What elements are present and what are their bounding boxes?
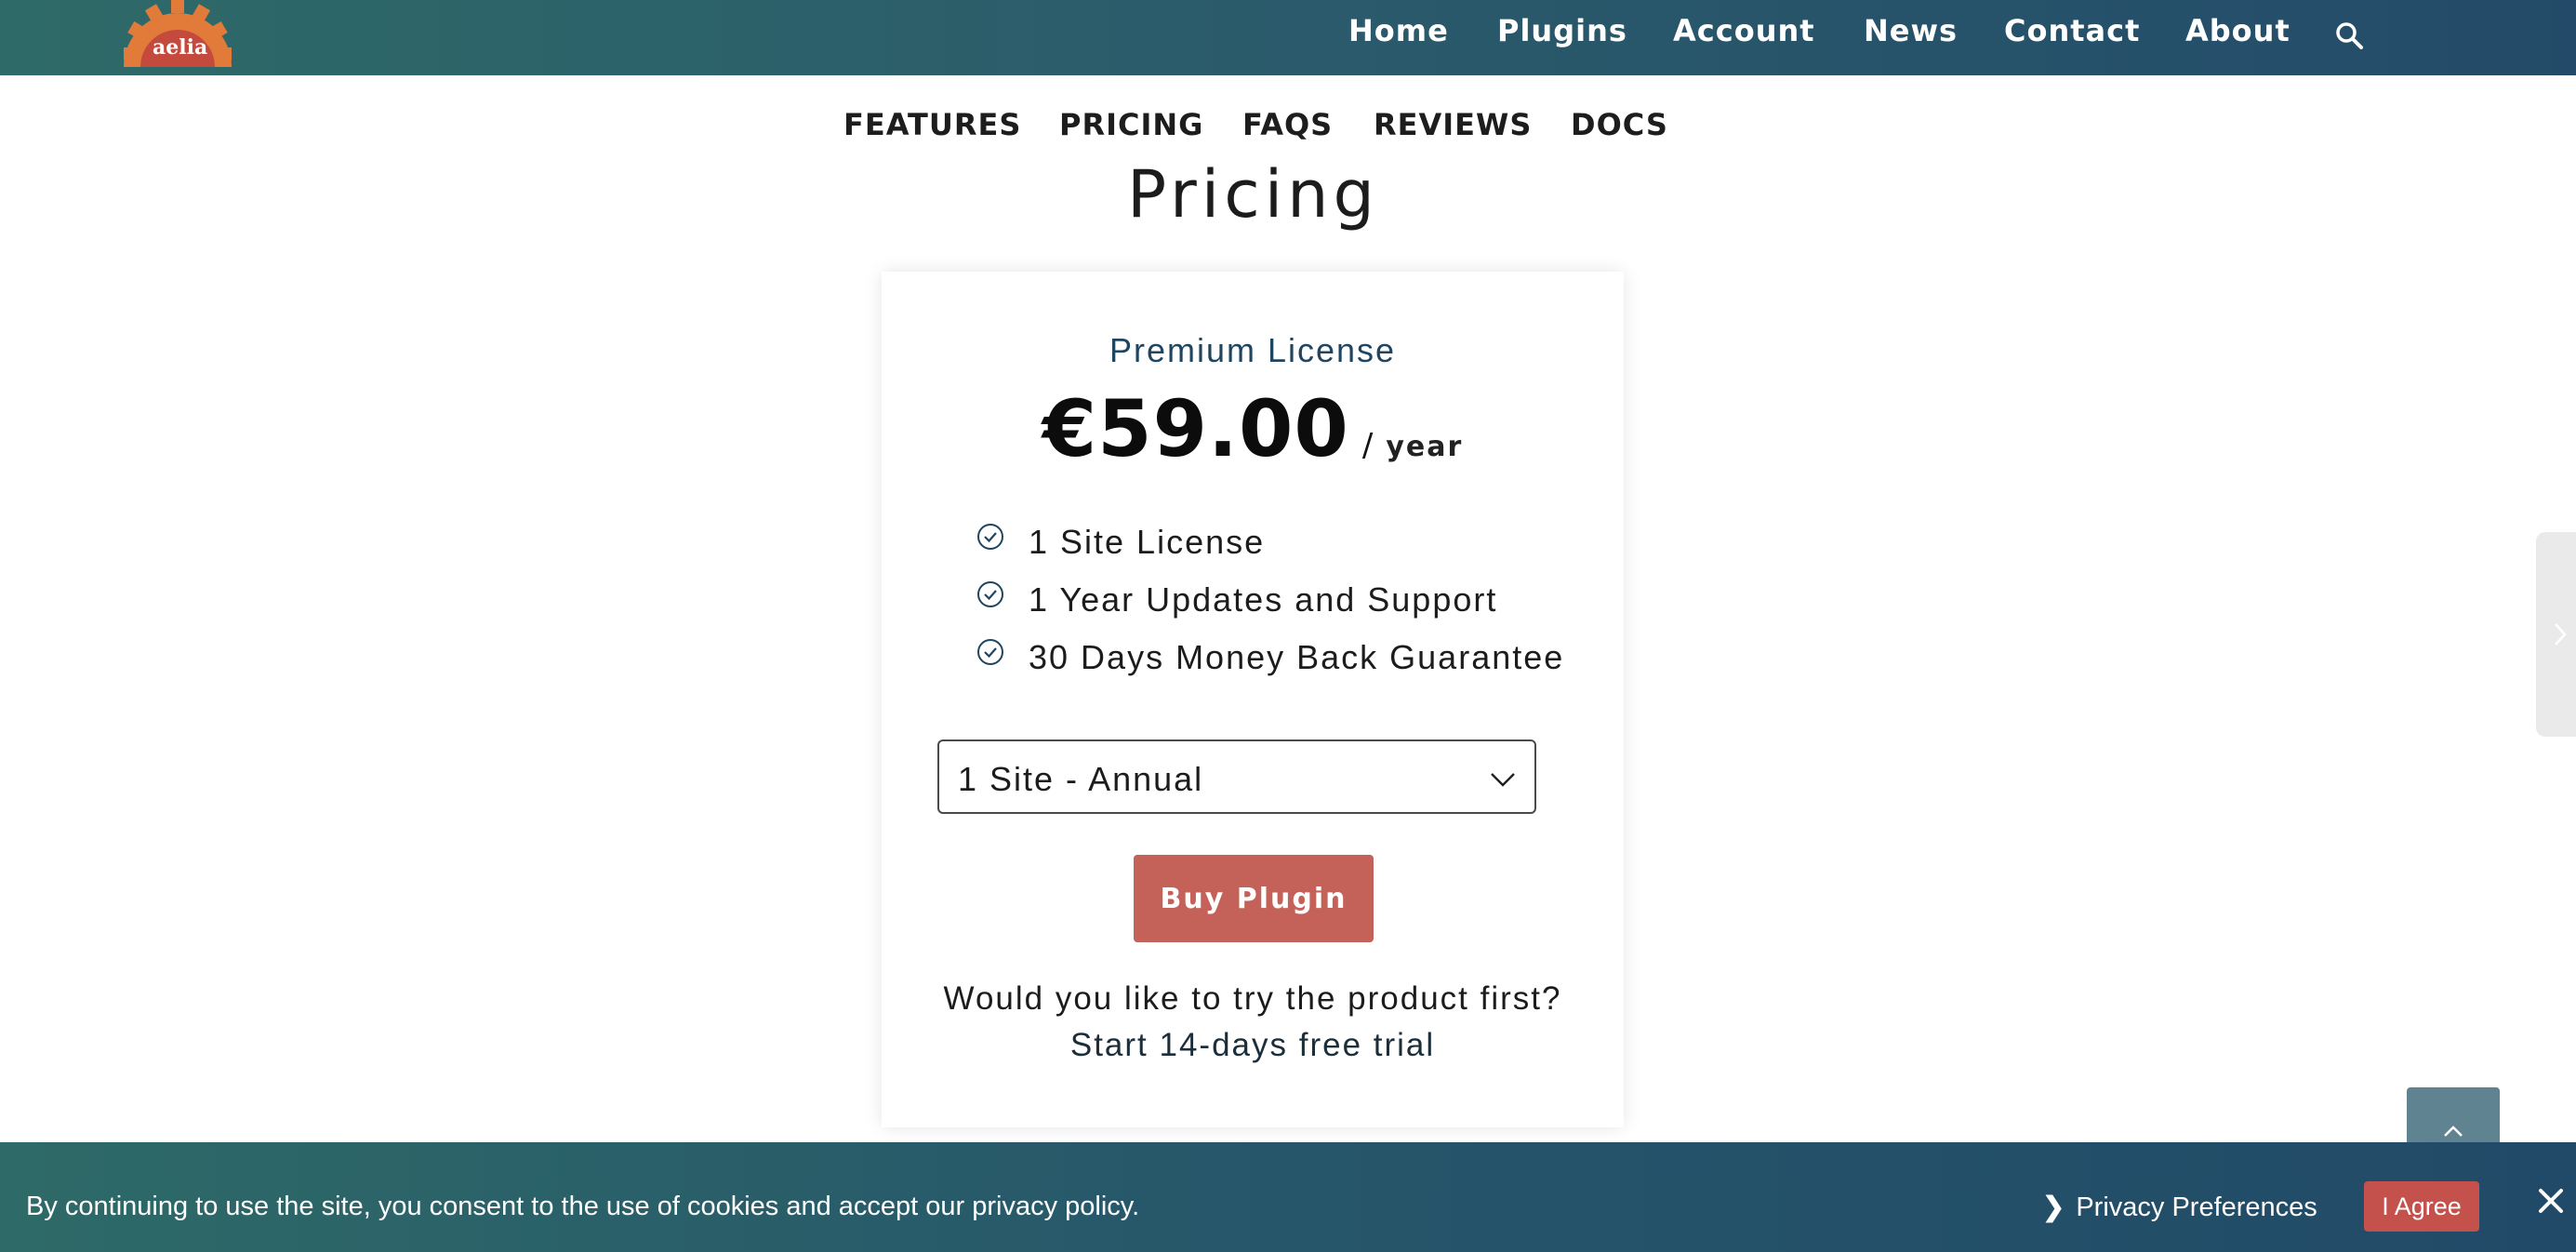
cookie-message: By continuing to use the site, you conse… bbox=[26, 1192, 1140, 1221]
buy-plugin-button[interactable]: Buy Plugin bbox=[1134, 855, 1374, 942]
nav-plugins[interactable]: Plugins bbox=[1497, 13, 1627, 48]
logo-text: aelia bbox=[153, 35, 208, 60]
price-period: year bbox=[1386, 431, 1464, 463]
feature-item: 30 Days Money Back Guarantee bbox=[976, 638, 1564, 696]
trial-question: Would you like to try the product first? bbox=[943, 980, 1562, 1017]
nav-home[interactable]: Home bbox=[1348, 13, 1449, 48]
price-row: €59.00 / year bbox=[882, 383, 1624, 474]
feature-item: 1 Site License bbox=[976, 523, 1564, 580]
trial-link[interactable]: Start 14-days free trial bbox=[882, 1027, 1624, 1064]
pricing-card: Premium License €59.00 / year 1 Site Licen… bbox=[882, 272, 1624, 1127]
subnav-reviews[interactable]: REVIEWS bbox=[1374, 107, 1532, 142]
price-slash: / bbox=[1361, 427, 1374, 464]
chevron-down-icon bbox=[1491, 773, 1515, 787]
privacy-preferences-label: Privacy Preferences bbox=[2076, 1192, 2317, 1222]
subnav-pricing[interactable]: PRICING bbox=[1059, 107, 1203, 142]
search-icon[interactable] bbox=[2334, 20, 2366, 52]
chevron-right-icon bbox=[2555, 623, 2567, 646]
site-header: aelia Home Plugins Account News Contact … bbox=[0, 0, 2576, 75]
side-panel-tab[interactable] bbox=[2536, 532, 2576, 737]
check-circle-icon bbox=[977, 639, 1003, 665]
feature-list: 1 Site License 1 Year Updates and Suppor… bbox=[976, 523, 1564, 696]
check-circle-icon bbox=[977, 524, 1003, 550]
chevron-right-icon: ❯ bbox=[2042, 1192, 2065, 1222]
subnav-faqs[interactable]: FAQS bbox=[1242, 107, 1333, 142]
chevron-up-icon bbox=[2444, 1125, 2463, 1137]
feature-item: 1 Year Updates and Support bbox=[976, 580, 1564, 638]
feature-text: 1 Year Updates and Support bbox=[1029, 580, 1498, 619]
privacy-preferences-link[interactable]: ❯ Privacy Preferences bbox=[2042, 1191, 2317, 1223]
nav-news[interactable]: News bbox=[1864, 13, 1958, 48]
license-select[interactable]: 1 Site - Annual bbox=[937, 739, 1536, 814]
subnav-features[interactable]: FEATURES bbox=[843, 107, 1021, 142]
page-title: Pricing bbox=[1127, 156, 1379, 233]
subnav-docs[interactable]: DOCS bbox=[1571, 107, 1668, 142]
close-icon[interactable] bbox=[2535, 1185, 2567, 1217]
license-name: Premium License bbox=[1109, 331, 1397, 369]
price-amount: €59.00 bbox=[1042, 383, 1349, 474]
check-circle-icon bbox=[977, 581, 1003, 607]
cookie-banner: By continuing to use the site, you conse… bbox=[0, 1142, 2576, 1252]
agree-button[interactable]: I Agree bbox=[2364, 1181, 2479, 1232]
feature-text: 30 Days Money Back Guarantee bbox=[1029, 638, 1565, 676]
nav-account[interactable]: Account bbox=[1673, 13, 1815, 48]
nav-about[interactable]: About bbox=[2185, 13, 2291, 48]
nav-contact[interactable]: Contact bbox=[2004, 13, 2140, 48]
license-select-value: 1 Site - Annual bbox=[958, 760, 1204, 798]
feature-text: 1 Site License bbox=[1029, 523, 1266, 561]
back-to-top-button[interactable] bbox=[2407, 1087, 2500, 1143]
